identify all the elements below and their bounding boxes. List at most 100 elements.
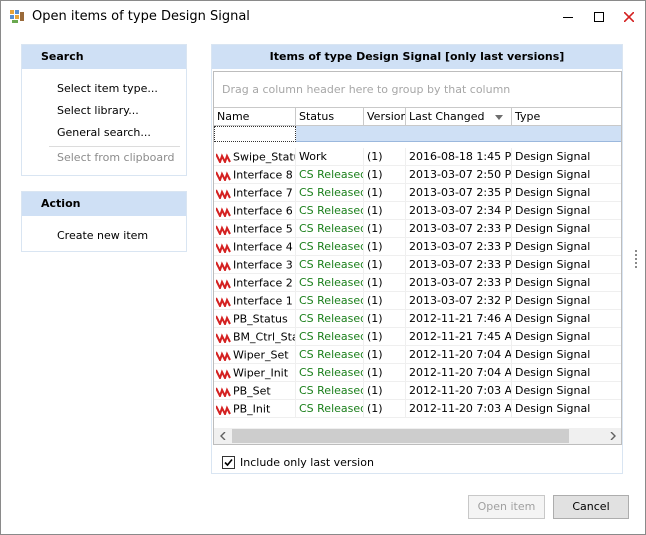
item-name: Interface 1 [233,294,293,308]
cell-version: (1) [364,346,406,363]
cell-name: Interface 2 [214,274,296,291]
cell-status: CS Released [296,256,364,273]
scrollbar-thumb[interactable] [232,429,569,443]
cell-name: Wiper_Set [214,346,296,363]
item-name: Wiper_Set [233,348,289,362]
table-row[interactable]: Interface 5 CS Released (1) 2013-03-07 2:33… [214,220,621,238]
cell-version: (1) [364,202,406,219]
table-row[interactable]: PB_Status CS Released (1) 2012-11-21 7:46 A… [214,310,621,328]
column-header-status[interactable]: Status [296,108,364,126]
horizontal-scrollbar[interactable] [214,428,621,444]
cell-status: CS Released [296,166,364,183]
select-from-clipboard-link[interactable]: Select from clipboard [57,151,174,164]
cell-type: Design Signal [515,204,591,217]
filter-cell-name[interactable] [214,126,296,142]
open-item-button[interactable]: Open item [468,495,545,519]
cell-name: Swipe_Status [214,148,296,165]
design-signal-icon [216,297,231,307]
cell-last-changed: 2013-03-07 2:33 PM [406,238,512,255]
cell-name: Interface 5 [214,220,296,237]
table-row[interactable]: Swipe_StatusWork(1)2016-08-18 1:45 PMDes… [214,148,621,166]
item-name: Interface 4 [233,240,293,254]
cell-status: CS Released [296,400,364,417]
column-headers: Name Status Version Last Changed Type [214,107,621,126]
maximize-button[interactable] [584,1,614,32]
cell-version: (1) [364,382,406,399]
item-name: PB_Init [233,402,271,416]
table-row[interactable]: BM_Ctrl_StatusCS Released(1)2012-11-21 7… [214,328,621,346]
cell-status: Work [296,148,364,165]
cell-type: Design Signal [515,168,591,181]
cell-name: Wiper_Init [214,364,296,381]
minimize-button[interactable] [553,1,583,32]
cell-last-changed: 2013-03-07 2:33 PM [406,256,512,273]
cell-type: Design Signal [515,150,591,163]
create-new-item-link[interactable]: Create new item [57,229,148,242]
group-by-area[interactable]: Drag a column header here to group by th… [214,72,621,107]
table-row[interactable]: Interface 8 CS Released (1) 2013-03-07 2:50… [214,166,621,184]
design-signal-icon [216,225,231,235]
title-bar: Open items of type Design Signal [1,1,645,32]
cell-status: CS Released [296,238,364,255]
table-row[interactable]: Wiper_Init CS Released (1) 2012-11-20 7:04 … [214,364,621,382]
splitter-grip-icon[interactable] [635,250,638,268]
maximize-icon [594,11,604,22]
cell-last-changed: 2013-03-07 2:32 PM [406,292,512,309]
cancel-button[interactable]: Cancel [553,495,629,519]
design-signal-app-icon [10,10,24,23]
cell-version: (1) [364,400,406,417]
cell-name: PB_Status [214,310,296,327]
cell-name: Interface 6 [214,202,296,219]
cell-type: Design Signal [515,186,591,199]
cell-name: Interface 3 [214,256,296,273]
grid-panel-header: Items of type Design Signal [only last v… [212,45,622,69]
item-name: Interface 7 [233,186,293,200]
table-row[interactable]: Interface 3 CS Released (1) 2013-03-07 2:33… [214,256,621,274]
item-name: Interface 5 [233,222,293,236]
item-name: PB_Status [233,312,288,326]
design-signal-icon [216,405,231,415]
close-button[interactable] [614,1,644,32]
table-row[interactable]: PB_Init CS Released (1) 2012-11-20 7:03 AM D… [214,400,621,418]
table-row[interactable]: Wiper_Set CS Released (1) 2012-11-20 7:04 A… [214,346,621,364]
cell-name: PB_Set [214,382,296,399]
table-row[interactable]: Interface 7 CS Released (1) 2013-03-07 2:35… [214,184,621,202]
include-last-version-label: Include only last version [240,455,374,469]
cell-type: Design Signal [515,294,591,307]
cell-type: Design Signal [515,402,591,415]
table-row[interactable]: Interface 4 CS Released (1) 2013-03-07 2:33… [214,238,621,256]
cell-name: Interface 1 [214,292,296,309]
window-title: Open items of type Design Signal [32,9,250,24]
cell-last-changed: 2012-11-21 7:46 AM [406,310,512,327]
table-row[interactable]: Interface 1 CS Released (1) 2013-03-07 2:32… [214,292,621,310]
scroll-left-button[interactable] [214,428,231,444]
cell-type: Design Signal [515,258,591,271]
cell-name: Interface 8 [214,166,296,183]
scroll-right-button[interactable] [604,428,621,444]
include-last-version-checkbox[interactable] [222,455,235,469]
filter-row[interactable] [214,126,621,142]
table-row[interactable]: PB_Set CS Released (1) 2012-11-20 7:03 AM De… [214,382,621,400]
cell-type: Design Signal [515,240,591,253]
table-row[interactable]: Interface 6 CS Released (1) 2013-03-07 2:34… [214,202,621,220]
item-name: BM_Ctrl_Status [233,330,295,344]
design-signal-icon [216,315,231,325]
cell-name: PB_Init [214,400,296,417]
cell-name: BM_Ctrl_Status [214,328,296,345]
cell-last-changed: 2013-03-07 2:33 PM [406,274,512,291]
cell-status: CS Released [296,328,364,345]
column-header-type[interactable]: Type [512,108,621,126]
include-last-version-option[interactable]: Include only last version [222,454,374,470]
cell-type: Design Signal [515,348,591,361]
column-header-name[interactable]: Name [214,108,296,126]
table-row[interactable]: Interface 2 CS Released (1) 2013-03-07 2:33… [214,274,621,292]
column-header-version[interactable]: Version [364,108,406,126]
design-signal-icon [216,279,231,289]
action-panel: Action Create new item [21,191,187,252]
select-item-type-link[interactable]: Select item type... [57,82,158,95]
cell-version: (1) [364,220,406,237]
search-panel-header: Search [22,45,186,69]
general-search-link[interactable]: General search... [57,126,151,139]
cell-version: (1) [364,256,406,273]
select-library-link[interactable]: Select library... [57,104,139,117]
